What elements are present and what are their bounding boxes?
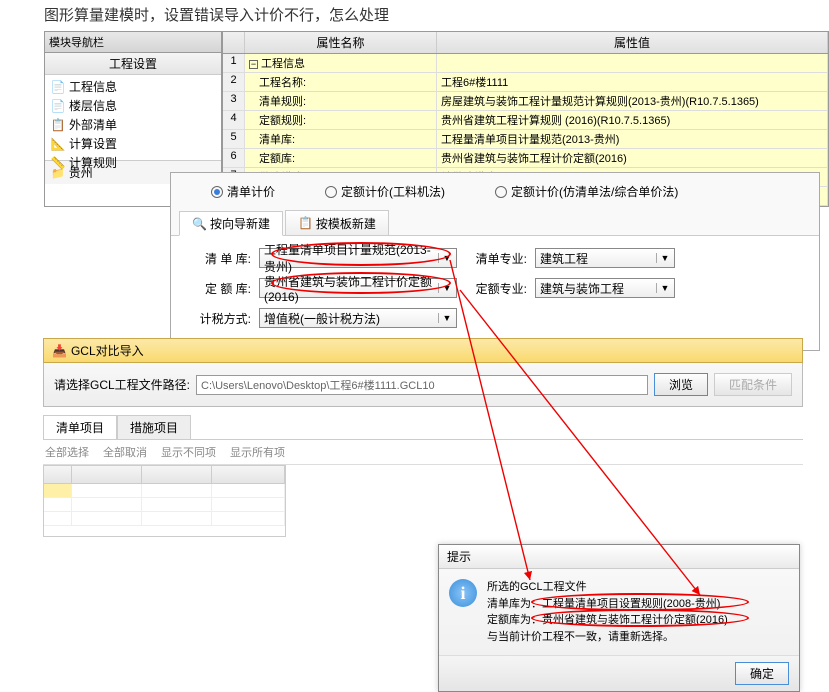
tax-label: 计税方式: [189,310,251,327]
dropdown-value: 建筑与装饰工程 [540,280,656,297]
dialog-line: 所选的GCL工程文件 [487,579,728,596]
property-row[interactable]: 2工程名称:工程6#楼1111 [223,73,828,92]
qd-spec-label: 清单专业: [465,250,527,267]
chevron-down-icon: ▼ [656,283,670,293]
tab-template-new[interactable]: 📋按模板新建 [285,210,389,235]
nav-bottom-label: 贵州 [69,164,93,181]
radio-row: 清单计价 定额计价(工料机法) 定额计价(仿清单法/综合单价法) [171,173,819,210]
tabs-row: 🔍按向导新建 📋按模板新建 [171,210,819,236]
dropdown-value: 贵州省建筑与装饰工程计价定额(2016) [264,273,438,304]
tab-wizard-new[interactable]: 🔍按向导新建 [179,211,283,236]
dialog-line: 定额库为：贵州省建筑与装饰工程计价定额(2016) [487,612,728,629]
info-icon: i [449,579,477,607]
path-label: 请选择GCL工程文件路径: [54,376,190,393]
nav-item-calc-settings[interactable]: 📐 计算设置 [47,134,219,153]
message-dialog: 提示 i 所选的GCL工程文件 清单库为：工程量清单项目设置规则(2008-贵州… [438,544,800,692]
list-icon: 📋 [51,118,65,132]
radio-icon [495,186,507,198]
dropdown-value: 工程量清单项目计量规范(2013-贵州) [264,241,438,275]
ok-button[interactable]: 确定 [735,662,789,685]
tab-label: 按向导新建 [210,215,270,232]
qd-spec-dropdown[interactable]: 建筑工程▼ [535,248,675,268]
chevron-down-icon: ▼ [438,253,452,263]
dialog-line: 与当前计价工程不一致，请重新选择。 [487,629,728,646]
radio-icon [325,186,337,198]
pricing-panel: 清单计价 定额计价(工料机法) 定额计价(仿清单法/综合单价法) 🔍按向导新建 … [170,172,820,351]
wand-icon: 🔍 [192,217,207,231]
tab-label: 按模板新建 [316,215,376,232]
radio-label: 定额计价(工料机法) [341,183,445,200]
table-row[interactable] [44,512,285,526]
form-area: 清 单 库: 工程量清单项目计量规范(2013-贵州)▼ 清单专业: 建筑工程▼… [171,236,819,350]
radio-quota-composite[interactable]: 定额计价(仿清单法/综合单价法) [495,183,678,200]
chevron-down-icon: ▼ [438,283,452,293]
tab-measure-items[interactable]: 措施项目 [117,415,191,439]
chevron-down-icon: ▼ [656,253,670,263]
tax-dropdown[interactable]: 增值税(一般计税方法)▼ [259,308,457,328]
template-icon: 📋 [298,216,313,230]
dropdown-value: 增值税(一般计税方法) [264,310,438,327]
dialog-title: 提示 [439,545,799,569]
results-grid [43,465,286,537]
import-panel-title: 📥 GCL对比导入 [43,338,803,363]
nav-item-label: 楼层信息 [69,97,117,114]
filter-select-all[interactable]: 全部选择 [45,444,89,460]
property-row[interactable]: 5清单库:工程量清单项目计量规范(2013-贵州) [223,130,828,149]
doc-icon: 📄 [51,80,65,94]
page-title: 图形算量建模时，设置错误导入计价不行，怎么处理 [0,0,829,29]
browse-button[interactable]: 浏览 [654,373,708,396]
qd-lib-dropdown[interactable]: 工程量清单项目计量规范(2013-贵州)▼ [259,248,457,268]
filter-show-all[interactable]: 显示所有项 [230,444,285,460]
radio-quota-material[interactable]: 定额计价(工料机法) [325,183,445,200]
de-lib-label: 定 额 库: [189,280,251,297]
doc-icon: 📄 [51,99,65,113]
calc-icon: 📐 [51,137,65,151]
de-spec-dropdown[interactable]: 建筑与装饰工程▼ [535,278,675,298]
de-spec-label: 定额专业: [465,280,527,297]
property-row[interactable]: 6定额库:贵州省建筑与装饰工程计价定额(2016) [223,149,828,168]
nav-item-project-info[interactable]: 📄 工程信息 [47,77,219,96]
filter-show-diff[interactable]: 显示不同项 [161,444,216,460]
gcl-path-input[interactable] [196,375,648,395]
radio-label: 定额计价(仿清单法/综合单价法) [511,183,678,200]
nav-item-label: 工程信息 [69,78,117,95]
property-row[interactable]: 4定额规则:贵州省建筑工程计算规则 (2016)(R10.7.5.1365) [223,111,828,130]
nav-item-label: 计算设置 [69,135,117,152]
tab-list-items[interactable]: 清单项目 [43,415,117,439]
dropdown-value: 建筑工程 [540,250,656,267]
table-row[interactable] [44,498,285,512]
dialog-line: 清单库为：工程量清单项目设置规则(2008-贵州) [487,596,728,613]
qd-lib-label: 清 单 库: [189,250,251,267]
nav-item-floor-info[interactable]: 📄 楼层信息 [47,96,219,115]
col-val-header: 属性值 [437,32,828,53]
nav-section-title: 工程设置 [45,53,221,75]
chevron-down-icon: ▼ [438,313,452,323]
filter-row: 全部选择 全部取消 显示不同项 显示所有项 [43,440,803,465]
nav-item-external-list[interactable]: 📋 外部清单 [47,115,219,134]
result-tabs: 清单项目 措施项目 [43,415,803,440]
radio-icon [211,186,223,198]
property-row[interactable]: 3清单规则:房屋建筑与装饰工程计量规范计算规则(2013-贵州)(R10.7.5… [223,92,828,111]
nav-item-label: 外部清单 [69,116,117,133]
radio-label: 清单计价 [227,183,275,200]
nav-header: 模块导航栏 [45,32,221,53]
gcl-import-panel: 📥 GCL对比导入 请选择GCL工程文件路径: 浏览 匹配条件 清单项目 措施项… [43,338,803,537]
nav-tree: 📄工程信息 📄楼层信息 📋外部清单 📐计算设置 📏计算规则 [45,75,221,160]
de-lib-dropdown[interactable]: 贵州省建筑与装饰工程计价定额(2016)▼ [259,278,457,298]
col-num-header [223,32,245,53]
folder-icon [51,166,65,180]
import-icon: 📥 [52,344,67,358]
table-row[interactable] [44,484,285,498]
dialog-message: 所选的GCL工程文件 清单库为：工程量清单项目设置规则(2008-贵州) 定额库… [487,579,728,645]
radio-list-pricing[interactable]: 清单计价 [211,183,275,200]
col-name-header: 属性名称 [245,32,437,53]
match-button: 匹配条件 [714,373,792,396]
property-row[interactable]: 1−工程信息 [223,54,828,73]
filter-deselect-all[interactable]: 全部取消 [103,444,147,460]
import-title-text: GCL对比导入 [71,342,144,359]
